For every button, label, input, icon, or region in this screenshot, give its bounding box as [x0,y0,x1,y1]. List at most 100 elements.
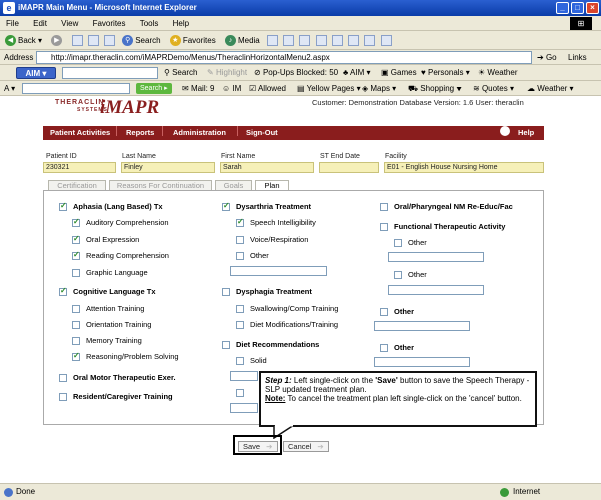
nav-reports[interactable]: Reports [126,126,154,140]
dysphagia-checkbox[interactable] [222,288,230,296]
weather2-button[interactable]: ☁ Weather ▾ [527,81,574,96]
aim-search-button[interactable]: ⚲ Search [164,65,197,81]
other-1-input[interactable] [374,321,470,331]
orientation-training-checkbox[interactable] [72,321,80,329]
back-button[interactable]: ◀ Back ▾ [3,31,44,50]
maps-button[interactable]: ◈ Maps ▾ [362,81,396,96]
shopping-button[interactable]: ⛟ Shopping ▾ [408,81,462,96]
popups-blocked[interactable]: ⊘ Pop-Ups Blocked: 50 [254,65,338,81]
status-done: Done [16,487,36,496]
personals-button[interactable]: ♥ Personals ▾ [421,65,470,81]
toolbar-search-button[interactable]: Search ▸ [136,83,172,94]
mail-button[interactable]: ✉ Mail: 9 [182,81,215,96]
ie-icon: e [3,2,15,14]
messenger-icon[interactable] [364,35,376,47]
favorites-button[interactable]: ★ Favorites [168,31,218,50]
window-title: iMAPR Main Menu - Microsoft Internet Exp… [18,3,197,12]
address-input[interactable]: http://imapr.theraclin.com/iMAPRDemo/Men… [36,51,532,64]
menu-edit[interactable]: Edit [33,19,47,28]
oral-motor-checkbox[interactable] [59,374,67,382]
research-icon[interactable] [348,35,360,47]
games-button[interactable]: ▣ Games [381,65,417,81]
stop-icon[interactable] [71,35,83,47]
other-2-input[interactable] [374,357,470,367]
weather-button[interactable]: ☀ Weather [478,65,518,81]
forward-button[interactable]: ▶ [49,31,66,50]
history-icon[interactable] [266,35,278,47]
memory-training-checkbox[interactable] [72,337,80,345]
swallowing-checkbox[interactable] [236,305,244,313]
minimize-button[interactable]: _ [556,2,569,14]
discuss-icon[interactable] [331,35,343,47]
resident-caregiver-checkbox[interactable] [59,393,67,401]
im-button[interactable]: ☺ IM [222,81,241,96]
tools-icon[interactable] [380,35,392,47]
toolbar-search-input[interactable] [22,83,130,94]
allowed-button[interactable]: ☑ Allowed [249,81,286,96]
menu-help[interactable]: Help [173,19,189,28]
patient-id-label: Patient ID [46,153,77,160]
refresh-icon[interactable] [87,35,99,47]
home-icon[interactable] [103,35,115,47]
aim-logo[interactable]: AIM ▾ [16,67,56,79]
oral-pharyngeal-checkbox[interactable] [380,203,388,211]
diet-modifications-checkbox[interactable] [236,321,244,329]
other-2-checkbox[interactable] [380,344,388,352]
tab-goals[interactable]: Goals [215,180,252,190]
menu-file[interactable]: File [6,19,19,28]
nav-help[interactable]: Help [518,126,534,140]
media-button[interactable]: ♪ Media [223,31,262,50]
functional-activity-checkbox[interactable] [380,223,388,231]
dysarthria-other-input[interactable] [230,266,327,276]
edit-icon[interactable] [315,35,327,47]
oral-expression-checkbox[interactable] [72,234,80,244]
auditory-comprehension-checkbox[interactable] [72,217,80,227]
diet-item-checkbox[interactable] [236,389,244,397]
yellow-pages-button[interactable]: ▤ Yellow Pages ▾ [297,81,361,96]
functional-other-1-checkbox[interactable] [394,239,402,247]
tab-certification[interactable]: Certification [48,180,106,190]
other-1-checkbox[interactable] [380,308,388,316]
diet-input-2[interactable] [230,403,258,413]
cognitive-label: Cognitive Language Tx [73,287,156,296]
functional-other-2-input[interactable] [388,285,484,295]
search-button[interactable]: ⚲ Search [120,31,162,50]
aim-search-input[interactable] [62,67,158,79]
speech-intelligibility-checkbox[interactable] [236,217,244,227]
reasoning-checkbox[interactable] [72,351,80,361]
cognitive-checkbox[interactable] [59,286,67,296]
nav-patient-activities[interactable]: Patient Activities [50,126,110,140]
diet-input-1[interactable] [230,371,258,381]
links-button[interactable]: Links [568,50,587,65]
nav-administration[interactable]: Administration [173,126,226,140]
st-end-date-field [319,162,379,173]
quotes-button[interactable]: ≋ Quotes ▾ [473,81,514,96]
maximize-button[interactable]: □ [571,2,584,14]
go-button[interactable]: ➔ Go [537,50,557,65]
nav-separator [237,126,238,136]
aim-menu-button[interactable]: ♣ AIM ▾ [343,65,371,81]
dysarthria-checkbox[interactable] [222,201,230,211]
highlight-button[interactable]: ✎ Highlight [207,65,247,81]
nav-sign-out[interactable]: Sign-Out [246,126,278,140]
attention-training-checkbox[interactable] [72,305,80,313]
close-button[interactable]: × [586,2,599,14]
tab-reasons-for-continuation[interactable]: Reasons For Continuation [109,180,212,190]
dysphagia-label: Dysphagia Treatment [236,287,312,296]
cancel-button[interactable]: Cancel ➔ [283,441,329,452]
functional-other-1-input[interactable] [388,252,484,262]
voice-respiration-checkbox[interactable] [236,236,244,244]
menu-tools[interactable]: Tools [140,19,159,28]
solid-checkbox[interactable] [236,357,244,365]
print-icon[interactable] [299,35,311,47]
diet-recommendations-checkbox[interactable] [222,341,230,349]
mail-icon[interactable] [283,35,295,47]
help-icon[interactable]: ? [500,126,510,137]
dysarthria-other-checkbox[interactable] [236,252,244,260]
functional-other-2-checkbox[interactable] [394,271,402,279]
aphasia-checkbox[interactable] [59,201,67,211]
reading-comprehension-checkbox[interactable] [72,250,80,260]
graphic-language-checkbox[interactable] [72,269,80,277]
menu-favorites[interactable]: Favorites [93,19,126,28]
menu-view[interactable]: View [61,19,78,28]
